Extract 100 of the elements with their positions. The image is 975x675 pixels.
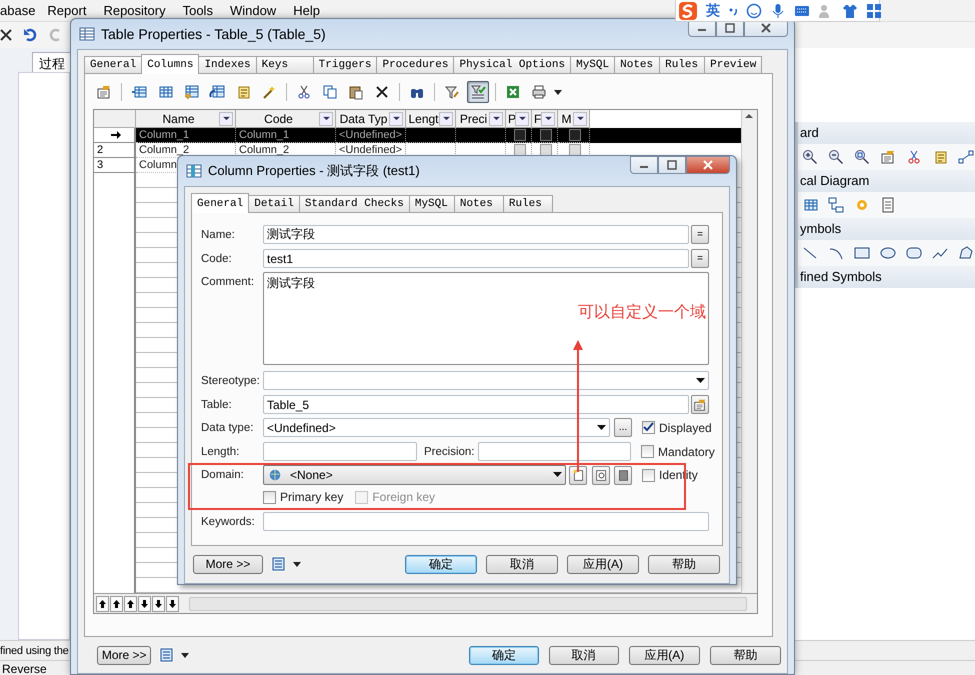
text-field[interactable]: Table_5 bbox=[263, 395, 689, 414]
section-header[interactable]: fined Symbols bbox=[798, 266, 975, 288]
tab[interactable]: Detail bbox=[248, 195, 300, 212]
column-header[interactable]: Data Typ bbox=[336, 110, 406, 128]
delete-button[interactable] bbox=[614, 466, 632, 484]
maximize-button[interactable] bbox=[658, 156, 686, 174]
table-row[interactable]: Column_1 Column_1 <Undefined> bbox=[94, 128, 741, 143]
tab[interactable]: Notes bbox=[454, 195, 504, 212]
row-header[interactable] bbox=[94, 128, 136, 143]
checkbox[interactable] bbox=[642, 468, 655, 482]
field-label: Table: bbox=[201, 398, 233, 410]
dialog-button[interactable]: 确定 bbox=[469, 646, 539, 664]
dialog-button[interactable]: 应用(A) bbox=[628, 646, 700, 664]
checkbox[interactable] bbox=[642, 421, 655, 434]
dialog-button[interactable]: 帮助 bbox=[648, 554, 720, 574]
column-header[interactable]: M bbox=[558, 110, 590, 128]
combo-box[interactable]: <Undefined> bbox=[263, 418, 610, 437]
tab[interactable]: General bbox=[84, 56, 142, 73]
row-header[interactable]: 2 bbox=[94, 143, 136, 158]
filter-dropdown[interactable] bbox=[489, 112, 503, 126]
tab[interactable]: Indexes bbox=[198, 56, 257, 73]
menu-item[interactable]: Report bbox=[47, 3, 94, 18]
tab[interactable]: 过程 bbox=[32, 52, 72, 72]
menu-item[interactable]: Tools bbox=[182, 3, 221, 18]
tab[interactable]: Columns bbox=[141, 54, 200, 74]
checkbox[interactable] bbox=[263, 490, 276, 504]
browse-button[interactable]: ... bbox=[614, 418, 632, 437]
text-field[interactable] bbox=[478, 442, 631, 461]
tab[interactable]: Rules bbox=[659, 56, 706, 73]
scrollbar[interactable] bbox=[741, 110, 757, 593]
checkbox[interactable] bbox=[641, 445, 654, 458]
scrollbar[interactable] bbox=[189, 596, 747, 610]
equals-button[interactable]: = bbox=[691, 225, 709, 244]
filter-dropdown[interactable] bbox=[515, 112, 529, 126]
column-header[interactable]: F bbox=[532, 110, 558, 128]
checkbox[interactable] bbox=[569, 144, 581, 156]
filter-dropdown[interactable] bbox=[389, 112, 403, 126]
checkbox[interactable] bbox=[514, 129, 526, 141]
close-button[interactable] bbox=[686, 156, 730, 174]
checkbox[interactable] bbox=[569, 129, 581, 141]
filter-dropdown[interactable] bbox=[319, 112, 333, 126]
filter-dropdown[interactable] bbox=[541, 112, 555, 126]
properties-button[interactable] bbox=[592, 466, 610, 484]
column-header[interactable]: Name bbox=[136, 110, 236, 128]
move-button[interactable] bbox=[138, 596, 151, 612]
move-button[interactable] bbox=[124, 596, 137, 612]
tab[interactable]: Physical Options bbox=[453, 56, 572, 73]
section-header[interactable]: ymbols bbox=[798, 218, 975, 240]
filter-dropdown[interactable] bbox=[573, 112, 587, 126]
section-header[interactable]: ard bbox=[798, 122, 975, 144]
tab[interactable]: Preview bbox=[704, 56, 762, 73]
tab[interactable]: General bbox=[191, 193, 250, 213]
column-header[interactable]: Lengt bbox=[406, 110, 456, 128]
properties-button[interactable] bbox=[691, 395, 709, 414]
dialog-button[interactable]: 取消 bbox=[486, 554, 558, 574]
tab[interactable]: Rules bbox=[502, 195, 553, 212]
more-button[interactable]: More >> bbox=[97, 646, 152, 664]
checkbox[interactable] bbox=[540, 144, 552, 156]
field-label: Comment: bbox=[201, 275, 256, 288]
menu-item[interactable]: Help bbox=[293, 3, 328, 18]
text-field[interactable] bbox=[263, 442, 417, 461]
tab[interactable]: MySQL bbox=[570, 56, 616, 73]
move-button[interactable] bbox=[166, 596, 179, 612]
move-button[interactable] bbox=[96, 596, 109, 612]
text-field[interactable]: 测试字段 bbox=[263, 225, 689, 244]
menu-item[interactable]: abase bbox=[0, 3, 44, 18]
combo-box[interactable]: <None> bbox=[263, 465, 566, 485]
column-header[interactable]: P bbox=[506, 110, 532, 128]
section-header[interactable]: cal Diagram bbox=[798, 170, 975, 192]
column-header[interactable]: Preci bbox=[456, 110, 506, 128]
move-button[interactable] bbox=[152, 596, 165, 612]
filter-dropdown[interactable] bbox=[219, 112, 233, 126]
minimize-button[interactable] bbox=[630, 156, 658, 174]
microphone-icon bbox=[770, 2, 786, 18]
dialog-button[interactable]: 确定 bbox=[405, 554, 477, 574]
tab[interactable]: Triggers bbox=[312, 56, 378, 73]
menu-item[interactable]: Window bbox=[230, 3, 284, 18]
tab[interactable]: Keys bbox=[256, 56, 314, 73]
dialog-button[interactable]: 帮助 bbox=[710, 646, 781, 664]
new-button[interactable] bbox=[569, 466, 587, 484]
tab[interactable]: Standard Checks bbox=[298, 195, 410, 212]
filter-dropdown[interactable] bbox=[439, 112, 453, 126]
checkbox[interactable] bbox=[540, 129, 552, 141]
clipboard-icon bbox=[348, 84, 364, 100]
row-header[interactable]: 3 bbox=[94, 158, 136, 173]
tab[interactable]: Procedures bbox=[376, 56, 454, 73]
checkbox[interactable] bbox=[514, 144, 526, 156]
text-field[interactable]: test1 bbox=[263, 249, 689, 268]
input-mode[interactable]: 英 bbox=[706, 2, 720, 20]
tab[interactable]: Notes bbox=[614, 56, 660, 73]
text-field[interactable] bbox=[263, 512, 709, 531]
dialog-button[interactable]: 应用(A) bbox=[567, 554, 639, 574]
tab[interactable]: Reverse bbox=[2, 662, 47, 675]
move-button[interactable] bbox=[110, 596, 123, 612]
column-header[interactable]: Code bbox=[236, 110, 336, 128]
dialog-button[interactable]: 取消 bbox=[548, 646, 619, 664]
menu-item[interactable]: Repository bbox=[103, 3, 174, 18]
equals-button[interactable]: = bbox=[691, 249, 709, 268]
tab[interactable]: MySQL bbox=[408, 195, 455, 212]
more-button[interactable]: More >> bbox=[193, 554, 263, 574]
